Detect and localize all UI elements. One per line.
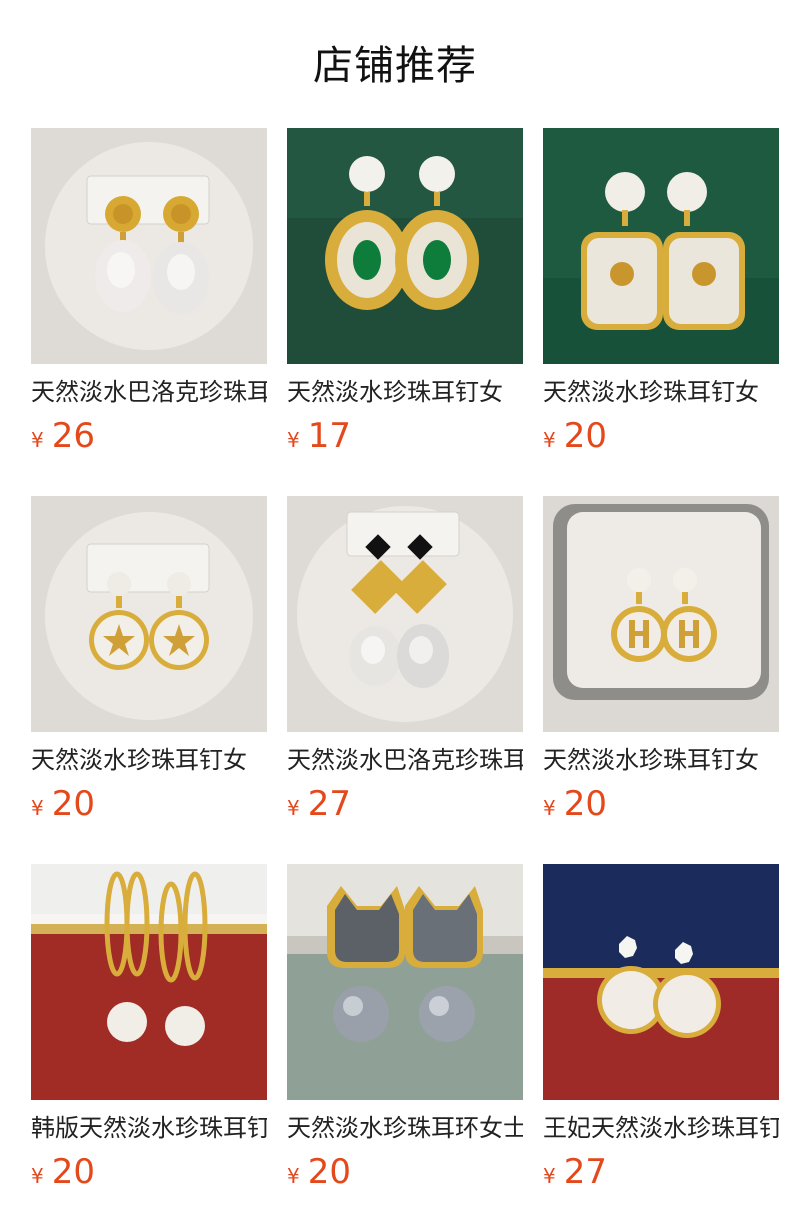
product-price: ¥17 [287,416,351,456]
currency-symbol: ¥ [543,428,556,452]
product-price: ¥20 [31,784,95,824]
product-name[interactable]: 天然淡水珍珠耳钉女 [543,374,779,410]
price-amount: 27 [307,784,351,824]
price-amount: 20 [563,416,607,456]
product-card[interactable]: 天然淡水珍珠耳钉女 ¥20 [543,496,779,826]
product-price: ¥20 [31,1152,95,1192]
currency-symbol: ¥ [287,796,300,820]
currency-symbol: ¥ [31,796,44,820]
price-amount: 20 [307,1152,351,1192]
product-image[interactable] [287,128,523,364]
price-amount: 17 [307,416,351,456]
price-amount: 20 [51,1152,95,1192]
currency-symbol: ¥ [31,1164,44,1188]
product-name[interactable]: 韩版天然淡水珍珠耳钉女 [31,1110,267,1146]
product-name[interactable]: 天然淡水珍珠耳钉女 [543,742,779,778]
product-image[interactable] [31,864,267,1100]
product-card[interactable]: 天然淡水巴洛克珍珠耳钉女 ¥26 [31,128,267,458]
product-price: ¥27 [287,784,351,824]
product-price: ¥20 [543,416,607,456]
product-name[interactable]: 王妃天然淡水珍珠耳钉女 [543,1110,779,1146]
price-amount: 27 [563,1152,607,1192]
product-image[interactable] [543,496,779,732]
product-card[interactable]: 王妃天然淡水珍珠耳钉女 ¥27 [543,864,779,1194]
currency-symbol: ¥ [287,1164,300,1188]
product-image[interactable] [543,864,779,1100]
product-image[interactable] [31,496,267,732]
product-price: ¥20 [543,784,607,824]
currency-symbol: ¥ [543,796,556,820]
price-amount: 20 [563,784,607,824]
product-image[interactable] [287,496,523,732]
currency-symbol: ¥ [287,428,300,452]
product-price: ¥27 [543,1152,607,1192]
currency-symbol: ¥ [543,1164,556,1188]
product-name[interactable]: 天然淡水珍珠耳环女士 [287,1110,523,1146]
price-amount: 20 [51,784,95,824]
product-card[interactable]: 天然淡水珍珠耳环女士 ¥20 [287,864,523,1194]
product-name[interactable]: 天然淡水巴洛克珍珠耳钉女 [287,742,523,778]
product-price: ¥20 [287,1152,351,1192]
product-image[interactable] [31,128,267,364]
product-image[interactable] [287,864,523,1100]
product-card[interactable]: 天然淡水珍珠耳钉女 ¥20 [543,128,779,458]
product-card[interactable]: 天然淡水珍珠耳钉女 ¥20 [31,496,267,826]
product-card[interactable]: 天然淡水珍珠耳钉女 ¥17 [287,128,523,458]
product-name[interactable]: 天然淡水珍珠耳钉女 [287,374,523,410]
product-price: ¥26 [31,416,95,456]
product-card[interactable]: 天然淡水巴洛克珍珠耳钉女 ¥27 [287,496,523,826]
currency-symbol: ¥ [31,428,44,452]
price-amount: 26 [51,416,95,456]
product-card[interactable]: 韩版天然淡水珍珠耳钉女 ¥20 [31,864,267,1194]
product-image[interactable] [543,128,779,364]
product-name[interactable]: 天然淡水珍珠耳钉女 [31,742,267,778]
product-name[interactable]: 天然淡水巴洛克珍珠耳钉女 [31,374,267,410]
page-title: 店铺推荐 [313,43,477,89]
